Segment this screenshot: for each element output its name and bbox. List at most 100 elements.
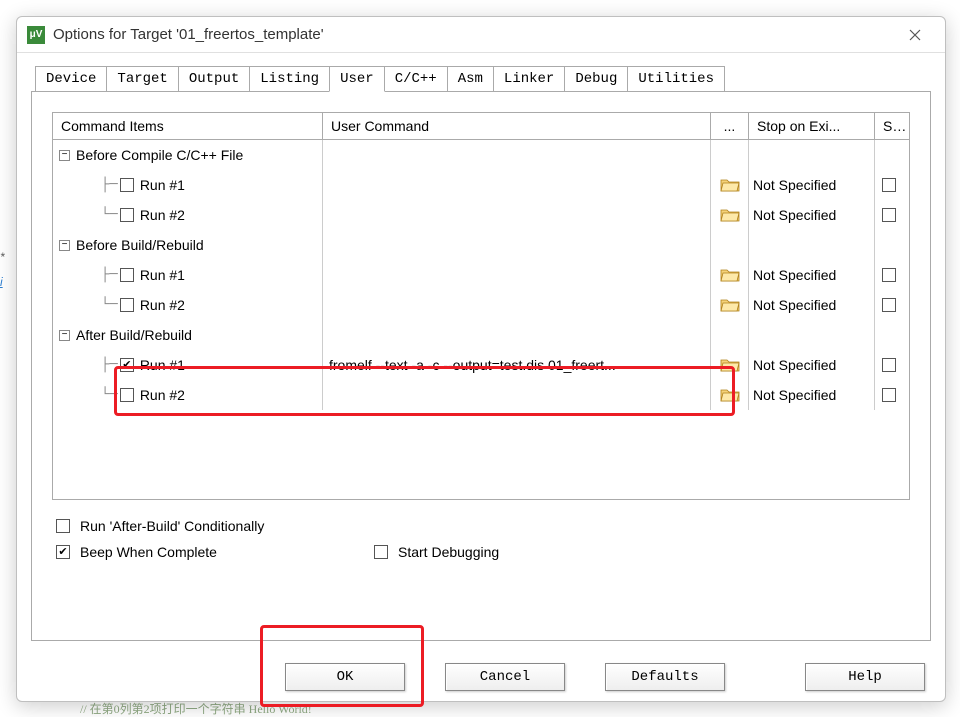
label-beep: Beep When Complete [80,544,370,560]
s-flag-checkbox[interactable] [875,380,909,410]
tab-utilities[interactable]: Utilities [627,66,725,92]
s-flag-checkbox[interactable] [875,170,909,200]
group-label: After Build/Rebuild [76,327,192,343]
col-s[interactable]: S... [875,113,909,139]
cell-s [875,140,909,170]
cell-usercmd[interactable] [323,230,711,260]
group-row: −Before Build/Rebuild [53,230,909,260]
button-bar: OK Cancel Defaults Help [17,663,945,691]
browse-button[interactable] [711,290,749,320]
tab-ccpp[interactable]: C/C++ [384,66,448,92]
item-row: └─Run #2Not Specified [53,290,909,320]
stop-on-exit-cell[interactable]: Not Specified [749,380,875,410]
item-row: └─Run #2Not Specified [53,200,909,230]
stop-on-exit-cell[interactable]: Not Specified [749,200,875,230]
cell-usercmd[interactable] [323,140,711,170]
stop-on-exit-cell[interactable]: Not Specified [749,260,875,290]
tab-asm[interactable]: Asm [447,66,494,92]
checkbox-run[interactable] [120,268,134,282]
user-command-cell[interactable] [323,200,711,230]
stop-on-exit-cell[interactable]: Not Specified [749,290,875,320]
checkbox-beep[interactable] [56,545,70,559]
tab-device[interactable]: Device [35,66,107,92]
group-row: −After Build/Rebuild [53,320,909,350]
user-command-cell[interactable]: fromelf --text -a -c --output=test.dis 0… [323,350,711,380]
item-row: ├─Run #1Not Specified [53,170,909,200]
item-row: └─Run #2Not Specified [53,380,909,410]
browse-button[interactable] [711,200,749,230]
s-flag-checkbox[interactable] [875,200,909,230]
defaults-button[interactable]: Defaults [605,663,725,691]
tab-listing[interactable]: Listing [249,66,330,92]
stop-on-exit-cell[interactable]: Not Specified [749,350,875,380]
folder-open-icon [720,297,740,313]
user-command-cell[interactable] [323,170,711,200]
user-command-cell[interactable] [323,290,711,320]
s-flag-checkbox[interactable] [875,260,909,290]
folder-open-icon [720,267,740,283]
group-label: Before Build/Rebuild [76,237,204,253]
browse-button[interactable] [711,380,749,410]
label-start-debugging: Start Debugging [398,544,499,560]
item-label: Run #2 [140,297,185,313]
tab-debug[interactable]: Debug [564,66,628,92]
col-dots[interactable]: ... [711,113,749,139]
expander-icon[interactable]: − [59,150,70,161]
user-command-cell[interactable] [323,260,711,290]
checkbox-run[interactable] [120,358,134,372]
s-flag-checkbox[interactable] [875,350,909,380]
item-label: Run #1 [140,357,185,373]
cell-browse [711,230,749,260]
item-row: ├─Run #1Not Specified [53,260,909,290]
col-command-items[interactable]: Command Items [53,113,323,139]
grid-body: −Before Compile C/C++ File ├─Run #1Not S… [53,140,909,499]
close-button[interactable] [895,20,935,50]
bottom-options: Run 'After-Build' Conditionally Beep Whe… [52,518,910,560]
cell-usercmd[interactable] [323,320,711,350]
tab-output[interactable]: Output [178,66,250,92]
item-label: Run #1 [140,267,185,283]
window-title: Options for Target '01_freertos_template… [53,26,895,43]
item-label: Run #1 [140,177,185,193]
label-run-after-conditionally: Run 'After-Build' Conditionally [80,518,264,534]
expander-icon[interactable]: − [59,240,70,251]
cell-stop [749,320,875,350]
group-row: −Before Compile C/C++ File [53,140,909,170]
stop-on-exit-cell[interactable]: Not Specified [749,170,875,200]
titlebar: μV Options for Target '01_freertos_templ… [17,17,945,53]
tab-linker[interactable]: Linker [493,66,565,92]
ok-button[interactable]: OK [285,663,405,691]
user-command-cell[interactable] [323,380,711,410]
bg-star: * [0,250,5,264]
browse-button[interactable] [711,260,749,290]
expander-icon[interactable]: − [59,330,70,341]
options-dialog: μV Options for Target '01_freertos_templ… [16,16,946,702]
cell-s [875,320,909,350]
cell-browse [711,140,749,170]
cell-s [875,230,909,260]
col-stop-on-exit[interactable]: Stop on Exi... [749,113,875,139]
grid-header: Command Items User Command ... Stop on E… [53,113,909,140]
checkbox-run[interactable] [120,298,134,312]
cancel-button[interactable]: Cancel [445,663,565,691]
app-icon: μV [27,26,45,44]
s-flag-checkbox[interactable] [875,290,909,320]
checkbox-start-debugging[interactable] [374,545,388,559]
item-label: Run #2 [140,207,185,223]
col-user-command[interactable]: User Command [323,113,711,139]
checkbox-run[interactable] [120,208,134,222]
checkbox-run[interactable] [120,388,134,402]
tab-target[interactable]: Target [106,66,178,92]
item-row: ├─Run #1fromelf --text -a -c --output=te… [53,350,909,380]
checkbox-run[interactable] [120,178,134,192]
checkbox-run-after-conditionally[interactable] [56,519,70,533]
tab-user[interactable]: User [329,66,385,92]
browse-button[interactable] [711,350,749,380]
item-label: Run #2 [140,387,185,403]
command-items-grid: Command Items User Command ... Stop on E… [52,112,910,500]
group-label: Before Compile C/C++ File [76,147,243,163]
folder-open-icon [720,387,740,403]
tab-strip: Device Target Output Listing User C/C++ … [35,65,945,91]
browse-button[interactable] [711,170,749,200]
help-button[interactable]: Help [805,663,925,691]
